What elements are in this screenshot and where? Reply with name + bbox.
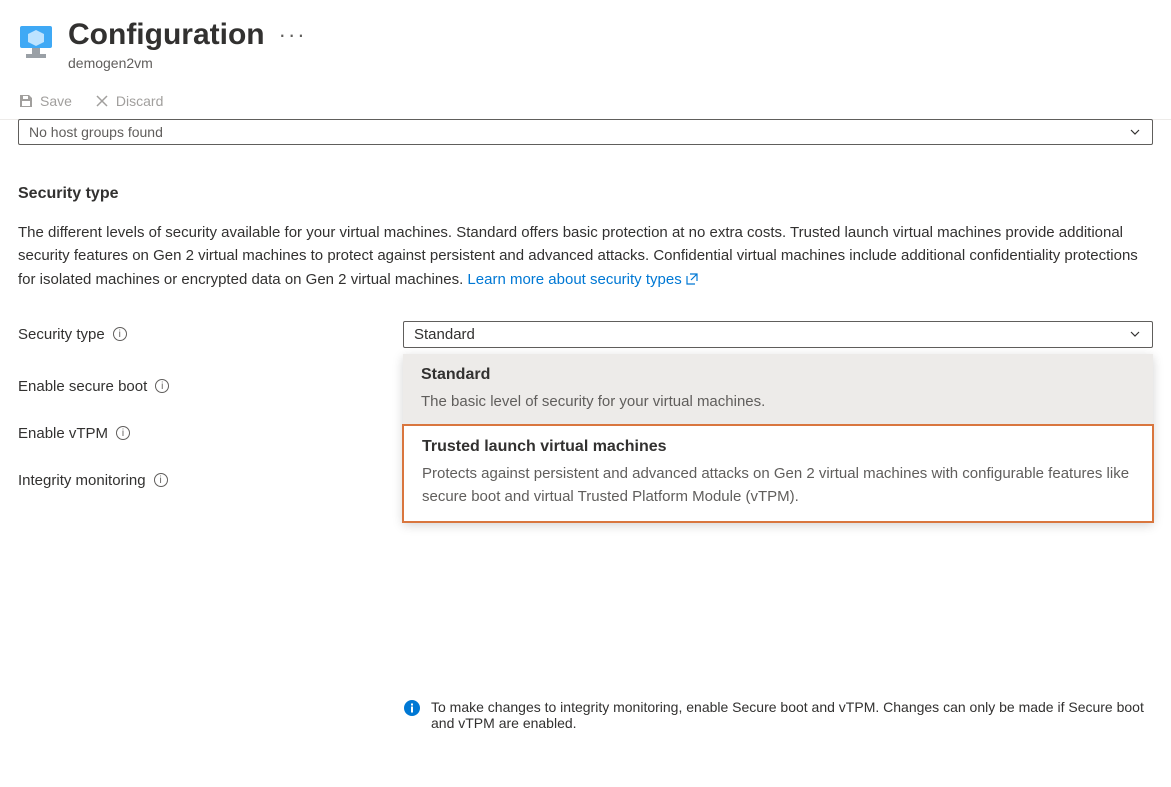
- learn-more-text: Learn more about security types: [467, 268, 681, 291]
- label-vtpm: Enable vTPM: [18, 425, 108, 442]
- info-icon[interactable]: i: [155, 379, 169, 393]
- option-title: Standard: [421, 366, 1135, 384]
- option-title: Trusted launch virtual machines: [422, 438, 1134, 456]
- save-button[interactable]: Save: [18, 93, 72, 109]
- chevron-down-icon: [1128, 125, 1142, 139]
- integrity-info-callout: To make changes to integrity monitoring,…: [403, 699, 1153, 731]
- dropdown-option-trusted-launch[interactable]: Trusted launch virtual machines Protects…: [402, 424, 1154, 523]
- save-label: Save: [40, 93, 72, 109]
- save-icon: [18, 93, 34, 109]
- info-icon[interactable]: i: [116, 426, 130, 440]
- section-title-security-type: Security type: [18, 185, 1153, 203]
- info-icon[interactable]: i: [154, 473, 168, 487]
- chevron-down-icon: [1128, 327, 1142, 341]
- page-title: Configuration: [68, 18, 265, 51]
- command-bar: Save Discard: [18, 93, 1153, 109]
- external-link-icon: [686, 273, 698, 285]
- learn-more-link[interactable]: Learn more about security types: [467, 268, 697, 291]
- info-icon[interactable]: i: [113, 327, 127, 341]
- dropdown-option-standard[interactable]: Standard The basic level of security for…: [403, 354, 1153, 425]
- security-type-select[interactable]: Standard: [403, 321, 1153, 348]
- option-desc: The basic level of security for your vir…: [421, 390, 1135, 413]
- security-type-dropdown: Standard The basic level of security for…: [403, 354, 1153, 522]
- info-icon: [403, 699, 421, 717]
- discard-label: Discard: [116, 93, 163, 109]
- discard-button[interactable]: Discard: [94, 93, 163, 109]
- title-more-menu[interactable]: ···: [279, 18, 307, 46]
- option-desc: Protects against persistent and advanced…: [422, 462, 1134, 509]
- security-type-value: Standard: [414, 326, 475, 343]
- callout-text: To make changes to integrity monitoring,…: [431, 699, 1153, 731]
- vm-resource-icon: [18, 24, 54, 63]
- label-security-type: Security type: [18, 326, 105, 343]
- label-integrity: Integrity monitoring: [18, 472, 146, 489]
- host-group-value: No host groups found: [29, 124, 163, 140]
- resource-name: demogen2vm: [68, 55, 265, 71]
- label-secure-boot: Enable secure boot: [18, 378, 147, 395]
- host-group-select[interactable]: No host groups found: [18, 119, 1153, 145]
- close-icon: [94, 93, 110, 109]
- section-description: The different levels of security availab…: [18, 221, 1153, 291]
